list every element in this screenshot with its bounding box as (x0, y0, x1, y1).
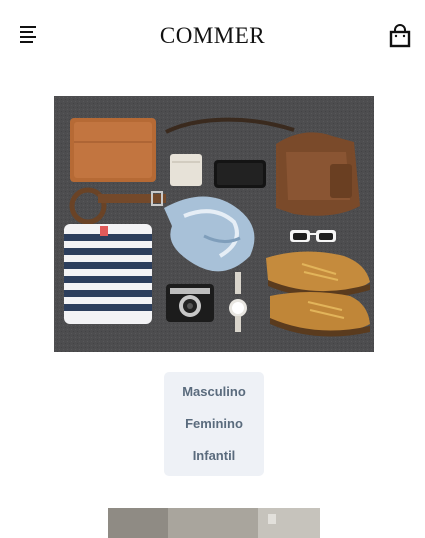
category-menu: Masculino Feminino Infantil (164, 372, 264, 476)
page: COMMER Masculino Feminino Infantil (0, 0, 425, 538)
product-image (108, 508, 320, 538)
brand-logo[interactable]: COMMER (0, 22, 425, 50)
header: COMMER (0, 0, 425, 72)
category-masculino[interactable]: Masculino (164, 384, 264, 400)
category-infantil[interactable]: Infantil (164, 448, 264, 464)
hero-image (54, 96, 374, 352)
shopping-bag-icon[interactable] (389, 24, 411, 48)
category-feminino[interactable]: Feminino (164, 416, 264, 432)
